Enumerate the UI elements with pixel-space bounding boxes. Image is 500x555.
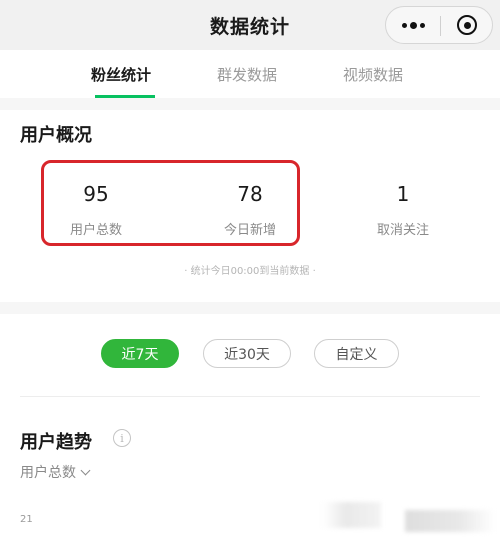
watermark-blur bbox=[323, 502, 381, 528]
tab-fans-stats[interactable]: 粉丝统计 bbox=[91, 64, 151, 85]
range-7-days-button[interactable]: 近7天 bbox=[101, 339, 179, 368]
range-30-days-button[interactable]: 近30天 bbox=[203, 339, 291, 368]
range-custom-button[interactable]: 自定义 bbox=[314, 339, 399, 368]
total-users-value: 95 bbox=[83, 182, 109, 206]
new-today-value: 78 bbox=[237, 182, 263, 206]
total-users-label: 用户总数 bbox=[69, 223, 122, 238]
section-separator-2 bbox=[0, 302, 500, 314]
trend-title: 用户趋势 bbox=[20, 432, 92, 453]
more-dots-icon-center bbox=[409, 21, 417, 29]
overview-title: 用户概况 bbox=[20, 125, 92, 146]
tab-bar: 粉丝统计 群发数据 视频数据 bbox=[0, 50, 500, 98]
watermark-blur-2 bbox=[405, 510, 495, 532]
more-button[interactable] bbox=[386, 7, 440, 43]
y-axis-tick: 21 bbox=[20, 514, 33, 525]
close-circle-icon bbox=[457, 15, 477, 35]
more-dots-icon bbox=[401, 22, 407, 28]
mini-program-capsule bbox=[385, 6, 493, 44]
unfollow-label: 取消关注 bbox=[376, 223, 429, 238]
tab-video-data[interactable]: 视频数据 bbox=[343, 64, 403, 85]
new-today-label: 今日新增 bbox=[223, 223, 276, 238]
stats-time-note: · 统计今日00:00到当前数据 · bbox=[184, 266, 316, 277]
info-icon[interactable]: i bbox=[113, 429, 131, 447]
tab-broadcast-data[interactable]: 群发数据 bbox=[217, 64, 277, 85]
top-navigation-bar: 数据统计 bbox=[0, 0, 500, 50]
unfollow-value: 1 bbox=[396, 182, 410, 206]
divider bbox=[20, 396, 480, 397]
more-dots-icon-right bbox=[419, 22, 425, 28]
metric-dropdown[interactable]: 用户总数 bbox=[20, 462, 91, 482]
chevron-down-icon bbox=[80, 465, 91, 475]
section-separator bbox=[0, 98, 500, 110]
metric-dropdown-label: 用户总数 bbox=[20, 465, 76, 481]
close-button[interactable] bbox=[441, 7, 493, 43]
